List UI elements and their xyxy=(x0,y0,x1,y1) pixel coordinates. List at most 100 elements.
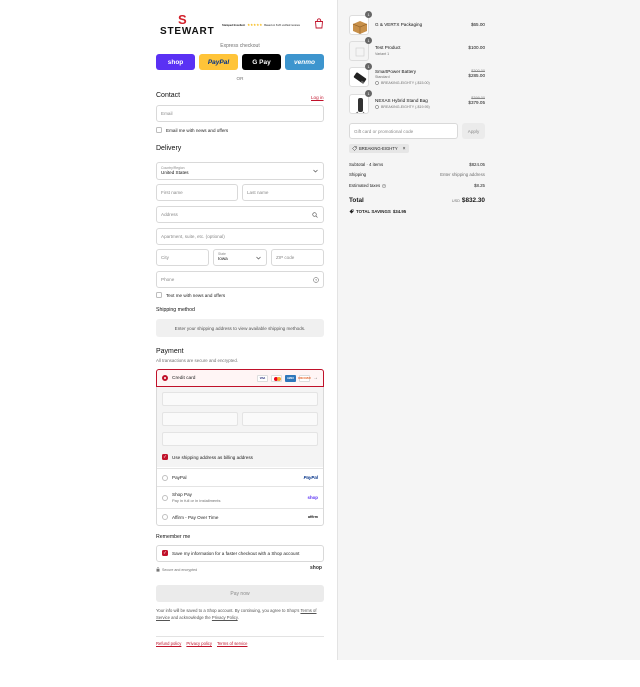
discount-tag-icon xyxy=(375,105,379,109)
address-field[interactable]: Address xyxy=(156,206,324,223)
venmo-button[interactable]: venmo xyxy=(285,54,324,70)
security-code-field[interactable] xyxy=(242,412,318,426)
total-label: Total xyxy=(349,197,364,204)
email-field[interactable]: Email xyxy=(156,105,324,122)
stars-icon: ★★★★★ xyxy=(247,23,263,27)
line-item: 1 G & VERTX Packaging $65.00 xyxy=(349,11,485,35)
save-info-checkbox[interactable]: ✓ Save my information for a faster checko… xyxy=(162,550,299,556)
taxes-label: Estimated taxes xyxy=(349,183,381,188)
state-value: Iowa xyxy=(218,256,228,261)
product-thumbnail xyxy=(349,15,369,35)
contact-heading: Contact xyxy=(156,92,181,99)
subtotal-row: Subtotal · 4 items $824.05 xyxy=(349,162,485,167)
check-icon[interactable]: ✓ xyxy=(162,550,168,556)
country-select[interactable]: Country/Region United States xyxy=(156,162,324,180)
quantity-badge: 1 xyxy=(365,11,372,18)
city-field[interactable]: City xyxy=(156,249,209,266)
credit-card-option[interactable]: Credit card VISA AMEX DISCOVER → xyxy=(156,369,324,387)
item-name: Test Product xyxy=(375,45,401,50)
privacy-policy-footer-link[interactable]: Privacy policy xyxy=(186,641,212,646)
expiration-field[interactable] xyxy=(162,412,238,426)
last-name-field[interactable]: Last name xyxy=(242,184,324,201)
shipping-method-heading: Shipping method xyxy=(156,307,195,313)
shipping-row: Shipping Enter shipping address xyxy=(349,172,485,177)
store-logo[interactable]: STEWART xyxy=(160,26,215,37)
checkout-main: S STEWART Stamped Excellent ★★★★★ Based … xyxy=(0,0,337,687)
shipping-method-note: Enter your shipping address to view avai… xyxy=(156,319,324,337)
credit-card-label: Credit card xyxy=(172,375,196,381)
shop-pay-button[interactable]: shop xyxy=(156,54,195,70)
savings-value: $34.95 xyxy=(392,209,407,214)
tag-icon xyxy=(352,146,357,151)
card-number-field[interactable] xyxy=(162,392,318,406)
credit-card-form: ✓ Use shipping address as billing address xyxy=(157,387,323,467)
affirm-radio[interactable] xyxy=(162,514,168,520)
discount-tag: BREAKING-EIGHTY × xyxy=(349,144,409,153)
save-info-label: Save my information for a faster checkou… xyxy=(172,550,300,556)
paypal-radio[interactable] xyxy=(162,474,168,481)
apartment-field[interactable]: Apartment, suite, etc. (optional) xyxy=(156,228,324,245)
taxes-value: $8.25 xyxy=(474,183,485,188)
checkbox-box[interactable] xyxy=(156,292,162,298)
shipping-label: Shipping xyxy=(349,172,367,177)
cart-icon[interactable] xyxy=(314,18,324,29)
email-news-checkbox[interactable]: Email me with news and offers xyxy=(156,127,228,133)
billing-address-checkbox[interactable]: ✓ Use shipping address as billing address xyxy=(162,454,253,460)
savings-tag-icon xyxy=(349,209,354,214)
address-placeholder: Address xyxy=(161,212,178,217)
subtotal-label: Subtotal · 4 items xyxy=(349,162,384,167)
zip-field[interactable]: ZIP code xyxy=(271,249,324,266)
credit-card-radio[interactable] xyxy=(162,375,168,381)
remember-me-box: ✓ Save my information for a faster checko… xyxy=(156,545,324,562)
search-icon xyxy=(312,212,318,218)
apply-button[interactable]: Apply xyxy=(462,123,485,139)
discount-tag-icon xyxy=(375,81,379,85)
login-link[interactable]: Log in xyxy=(311,95,324,100)
secure-note: Secure and encrypted xyxy=(156,567,197,572)
first-name-field[interactable]: First name xyxy=(156,184,238,201)
savings-label: TOTAL SAVINGS xyxy=(356,209,391,214)
text-news-checkbox[interactable]: Text me with news and offers xyxy=(156,292,225,298)
chevron-down-icon xyxy=(313,169,318,173)
item-price: $300.00 $285.00 xyxy=(468,69,485,78)
name-on-card-field[interactable] xyxy=(162,432,318,446)
item-name: NEXAS Hybrid Stand Bag xyxy=(375,98,428,103)
affirm-option[interactable]: Affirm - Pay Over Time affirm xyxy=(157,508,323,525)
remember-me-heading: Remember me xyxy=(156,534,191,540)
total-savings: TOTAL SAVINGS $34.95 xyxy=(349,209,406,214)
payment-methods: Credit card VISA AMEX DISCOVER → ✓ Use sh… xyxy=(156,369,324,526)
quantity-badge: 1 xyxy=(365,63,372,70)
gift-card-placeholder: Gift card or promotional code xyxy=(354,128,414,134)
privacy-policy-link[interactable]: Privacy Policy xyxy=(212,615,238,620)
state-select[interactable]: State Iowa xyxy=(213,249,267,266)
legal-part1: Your info will be saved to a Shop accoun… xyxy=(156,608,300,613)
pay-now-button[interactable]: Pay now xyxy=(156,585,324,602)
line-item: 1 NEXAS Hybrid Stand Bag BREAKING-EIGHTY… xyxy=(349,90,485,116)
reviews-badge: Stamped Excellent ★★★★★ Based on 8.2K ve… xyxy=(222,21,304,29)
shop-pay-radio[interactable] xyxy=(162,494,168,501)
card-brands: VISA AMEX DISCOVER → xyxy=(257,374,318,382)
shipping-value: Enter shipping address xyxy=(440,172,485,177)
city-placeholder: City xyxy=(161,255,169,260)
phone-field[interactable]: Phone ? xyxy=(156,271,324,288)
product-thumbnail xyxy=(349,41,369,61)
item-variant: Standard xyxy=(375,75,390,79)
shop-pay-option[interactable]: Shop Pay Pay in full or in installments s… xyxy=(157,486,323,508)
email-placeholder: Email xyxy=(161,111,173,116)
paypal-label: PayPal xyxy=(172,475,187,480)
check-icon[interactable]: ✓ xyxy=(162,454,168,460)
remove-discount-icon[interactable]: × xyxy=(403,146,406,152)
shop-pay-logo: shop xyxy=(307,495,319,500)
discover-icon: DISCOVER xyxy=(298,374,311,382)
checkbox-box[interactable] xyxy=(156,127,162,133)
currency-code: USD xyxy=(451,199,460,203)
help-icon[interactable]: ? xyxy=(313,277,319,283)
paypal-option[interactable]: PayPal PayPal xyxy=(157,468,323,486)
refund-policy-link[interactable]: Refund policy xyxy=(156,641,181,646)
gift-card-input[interactable]: Gift card or promotional code xyxy=(349,123,458,139)
google-pay-button[interactable]: G Pay xyxy=(242,54,281,70)
item-price: $65.00 xyxy=(470,22,485,27)
terms-of-service-footer-link[interactable]: Terms of service xyxy=(217,641,247,646)
paypal-button[interactable]: PayPal xyxy=(199,54,238,70)
info-icon[interactable]: ? xyxy=(382,184,387,188)
